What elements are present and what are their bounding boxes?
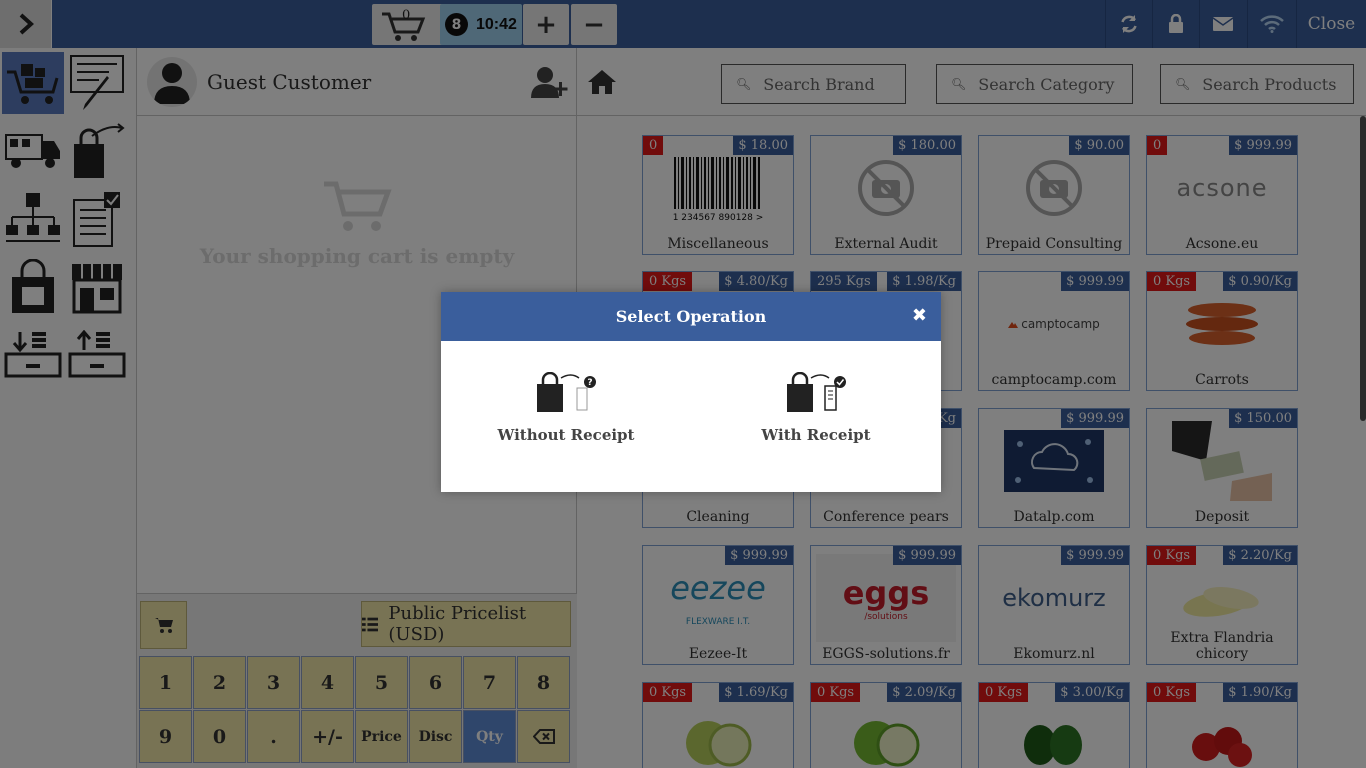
bag-receipt-question-icon: ? bbox=[537, 371, 596, 412]
dialog-title: Select Operation bbox=[615, 307, 767, 326]
without-receipt-label: Without Receipt bbox=[497, 426, 635, 444]
with-receipt-option[interactable]: With Receipt bbox=[731, 371, 901, 444]
bag-receipt-check-icon bbox=[787, 371, 846, 412]
modal-overlay[interactable]: Select Operation ✖ ? Without Receipt Wit… bbox=[0, 0, 1366, 768]
svg-text:?: ? bbox=[587, 378, 592, 388]
with-receipt-label: With Receipt bbox=[761, 426, 871, 444]
select-operation-dialog: Select Operation ✖ ? Without Receipt Wit… bbox=[441, 292, 941, 492]
without-receipt-option[interactable]: ? Without Receipt bbox=[481, 371, 651, 444]
close-icon[interactable]: ✖ bbox=[912, 305, 927, 326]
dialog-header: Select Operation ✖ bbox=[441, 292, 941, 341]
